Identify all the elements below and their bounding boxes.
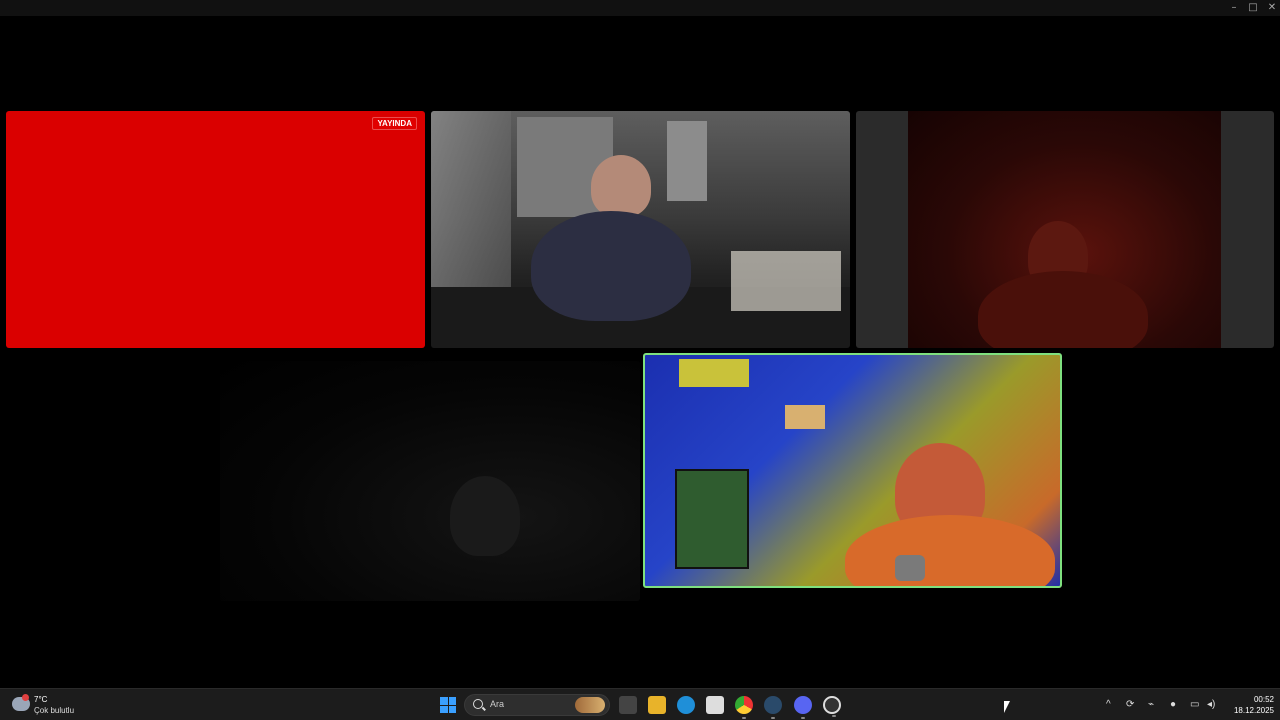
discord-icon[interactable] [794, 696, 812, 719]
dim-camera-feed [908, 111, 1221, 348]
mouse-cursor-icon [1004, 701, 1010, 713]
clock-date[interactable]: 18.12.2025 [1222, 706, 1274, 715]
maximize-icon[interactable]: □ [1245, 1, 1261, 15]
sync-icon[interactable]: ⟳ [1126, 699, 1134, 710]
person-head [450, 476, 520, 556]
file-explorer-icon[interactable] [648, 696, 666, 714]
store-icon[interactable] [706, 696, 724, 714]
chrome-icon[interactable] [735, 696, 753, 719]
display-icon[interactable]: ▭ [1190, 699, 1199, 710]
search-icon [473, 699, 483, 709]
wall-sign [679, 359, 749, 387]
taskbar: 7°C Çok bulutlu Ara ^ ⟳ ⌁ ● ▭ ◂) 00:52 1… [0, 688, 1280, 720]
start-icon[interactable] [440, 697, 456, 713]
weather-desc: Çok bulutlu [34, 706, 75, 715]
weather-alert-icon [22, 694, 29, 701]
wall-plaque [785, 405, 825, 429]
window-titlebar: – □ ✕ [0, 0, 1280, 16]
video-call-stage: YAYINDA [0, 16, 1280, 688]
live-badge: YAYINDA [372, 117, 417, 130]
minimize-icon[interactable]: – [1226, 1, 1242, 15]
network-off-icon[interactable]: ⌁ [1148, 699, 1154, 710]
curtain [431, 111, 511, 291]
close-icon[interactable]: ✕ [1264, 1, 1280, 15]
participant-tile-dim[interactable] [856, 111, 1274, 348]
search-input[interactable]: Ara [464, 694, 610, 716]
edge-icon[interactable] [677, 696, 695, 714]
task-view-icon[interactable] [619, 696, 637, 714]
monitor [675, 469, 749, 569]
microphone-icon[interactable]: ● [1170, 699, 1176, 710]
search-placeholder: Ara [490, 699, 505, 709]
participant-tile-dark[interactable] [220, 361, 640, 601]
desk-items [731, 251, 841, 311]
chevron-up-icon[interactable]: ^ [1106, 699, 1111, 710]
volume-icon[interactable]: ◂) [1207, 699, 1215, 710]
person-body [978, 271, 1148, 348]
weather-temp: 7°C [34, 695, 48, 704]
app-icon[interactable] [823, 696, 841, 717]
person-head [591, 155, 651, 217]
person-body [845, 515, 1055, 586]
microphone [895, 555, 925, 581]
search-highlight-icon [575, 697, 605, 713]
participant-tile-room[interactable] [431, 111, 850, 348]
clock-time[interactable]: 00:52 [1230, 695, 1274, 704]
participant-tile-red[interactable]: YAYINDA [6, 111, 425, 348]
participant-tile-active-speaker[interactable] [643, 353, 1062, 588]
steam-icon[interactable] [764, 696, 782, 719]
doorway [667, 121, 707, 201]
person-body [531, 211, 691, 321]
